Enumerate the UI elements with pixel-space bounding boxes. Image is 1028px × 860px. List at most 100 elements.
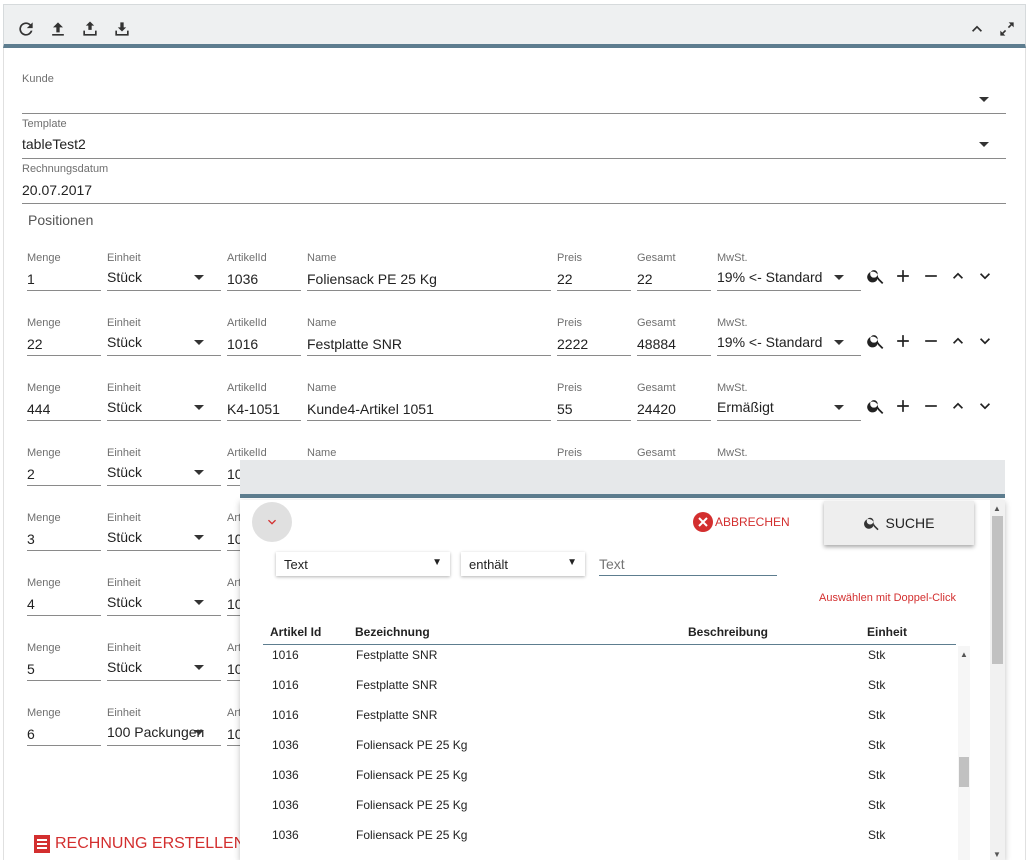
- col-bezeichnung[interactable]: Bezeichnung: [355, 625, 430, 639]
- search-icon[interactable]: [866, 331, 886, 351]
- download-tray-icon[interactable]: [112, 19, 132, 39]
- gesamt-label: Gesamt: [637, 317, 676, 329]
- mwst-select[interactable]: 19% <- Standard: [717, 269, 822, 285]
- template-select[interactable]: tableTest2: [22, 136, 86, 152]
- col-einheit[interactable]: Einheit: [867, 625, 907, 639]
- einheit-select[interactable]: Stück: [107, 464, 142, 480]
- dropdown-arrow-icon[interactable]: [194, 665, 204, 670]
- dialog-scrollbar[interactable]: ▲ ▼: [990, 500, 1005, 860]
- artikelid-input[interactable]: K4-1051: [227, 401, 280, 417]
- preis-underline: [557, 355, 631, 356]
- einheit-select[interactable]: Stück: [107, 269, 142, 285]
- einheit-select[interactable]: Stück: [107, 334, 142, 350]
- einheit-select[interactable]: Stück: [107, 529, 142, 545]
- template-underline: [22, 158, 1006, 159]
- kunde-dropdown-icon[interactable]: [979, 97, 989, 102]
- artikelid-input[interactable]: 1016: [227, 336, 258, 352]
- einheit-select[interactable]: 100 Packungen: [107, 724, 204, 740]
- dropdown-arrow-icon[interactable]: [834, 405, 844, 410]
- dropdown-arrow-icon[interactable]: [834, 275, 844, 280]
- search-icon[interactable]: [866, 266, 886, 286]
- template-dropdown-icon[interactable]: [979, 142, 989, 147]
- cancel-button[interactable]: ABBRECHEN: [693, 512, 790, 532]
- filter-field-select[interactable]: Text ▼: [276, 552, 450, 576]
- add-icon[interactable]: [893, 266, 913, 286]
- remove-icon[interactable]: [921, 266, 941, 286]
- chevron-up-icon[interactable]: [948, 331, 968, 351]
- einheit-label: Einheit: [107, 447, 141, 459]
- mwst-label: MwSt.: [717, 447, 748, 459]
- chevron-down-icon: [264, 514, 280, 530]
- preis-input[interactable]: 2222: [557, 336, 588, 352]
- preis-underline: [557, 290, 631, 291]
- chevron-down-icon[interactable]: [975, 396, 995, 416]
- dropdown-arrow-icon[interactable]: [194, 340, 204, 345]
- preis-input[interactable]: 22: [557, 271, 573, 287]
- cell-einheit: Stk: [868, 798, 886, 812]
- artikelid-input[interactable]: 1036: [227, 271, 258, 287]
- menge-input[interactable]: 3: [27, 531, 35, 547]
- filter-text-input[interactable]: [599, 552, 777, 576]
- einheit-select[interactable]: Stück: [107, 594, 142, 610]
- dropdown-arrow-icon[interactable]: [194, 405, 204, 410]
- cell-bez: Foliensack PE 25 Kg: [356, 828, 468, 842]
- menge-input[interactable]: 4: [27, 596, 35, 612]
- menge-input[interactable]: 5: [27, 661, 35, 677]
- mwst-select[interactable]: 19% <- Standard: [717, 334, 822, 350]
- mwst-select[interactable]: Ermäßigt: [717, 399, 774, 415]
- dropdown-arrow-icon[interactable]: [194, 730, 204, 735]
- chevron-down-icon[interactable]: [975, 331, 995, 351]
- create-invoice-button[interactable]: RECHNUNG ERSTELLEN: [33, 833, 245, 855]
- menge-input[interactable]: 6: [27, 726, 35, 742]
- scroll-up-icon[interactable]: ▲: [960, 650, 968, 659]
- search-icon[interactable]: [866, 396, 886, 416]
- name-input[interactable]: Foliensack PE 25 Kg: [307, 271, 437, 287]
- create-invoice-label: RECHNUNG ERSTELLEN: [55, 835, 246, 852]
- dropdown-arrow-icon[interactable]: [194, 470, 204, 475]
- chevron-up-icon[interactable]: [967, 19, 987, 39]
- filter-operator-select[interactable]: enthält ▼: [461, 552, 585, 576]
- chevron-up-icon[interactable]: [948, 266, 968, 286]
- cell-id: 1036: [272, 738, 299, 752]
- rechnungsdatum-input[interactable]: 20.07.2017: [22, 182, 92, 198]
- select-arrow-icon: ▼: [432, 557, 442, 568]
- upload-icon[interactable]: [48, 19, 68, 39]
- search-button[interactable]: SUCHE: [824, 501, 974, 545]
- chevron-up-icon[interactable]: [948, 396, 968, 416]
- gesamt-input[interactable]: 24420: [637, 401, 676, 417]
- refresh-icon[interactable]: [16, 19, 36, 39]
- collapse-button[interactable]: [252, 502, 292, 542]
- artikelid-underline: [227, 355, 301, 356]
- gesamt-input[interactable]: 48884: [637, 336, 676, 352]
- remove-icon[interactable]: [921, 396, 941, 416]
- table-scroll-thumb[interactable]: [959, 757, 969, 787]
- chevron-down-icon[interactable]: [975, 266, 995, 286]
- menge-input[interactable]: 1: [27, 271, 35, 287]
- dropdown-arrow-icon[interactable]: [194, 600, 204, 605]
- scroll-up-icon[interactable]: ▲: [993, 504, 1001, 513]
- menge-input[interactable]: 2: [27, 466, 35, 482]
- col-artikel-id[interactable]: Artikel Id: [270, 625, 321, 639]
- artikelid-underline: [227, 485, 240, 486]
- dropdown-arrow-icon[interactable]: [194, 535, 204, 540]
- remove-icon[interactable]: [921, 331, 941, 351]
- name-label: Name: [307, 317, 337, 329]
- add-icon[interactable]: [893, 331, 913, 351]
- col-beschreibung[interactable]: Beschreibung: [688, 625, 768, 639]
- name-input[interactable]: Festplatte SNR: [307, 336, 402, 352]
- menge-input[interactable]: 22: [27, 336, 43, 352]
- table-scrollbar[interactable]: ▲: [958, 646, 970, 860]
- upload-tray-icon[interactable]: [80, 19, 100, 39]
- dropdown-arrow-icon[interactable]: [834, 340, 844, 345]
- scroll-down-icon[interactable]: ▼: [993, 850, 1001, 859]
- name-input[interactable]: Kunde4-Artikel 1051: [307, 401, 434, 417]
- expand-icon[interactable]: [997, 19, 1017, 39]
- dropdown-arrow-icon[interactable]: [194, 275, 204, 280]
- add-icon[interactable]: [893, 396, 913, 416]
- menge-input[interactable]: 444: [27, 401, 50, 417]
- preis-input[interactable]: 55: [557, 401, 573, 417]
- einheit-select[interactable]: Stück: [107, 399, 142, 415]
- dialog-scroll-thumb[interactable]: [992, 516, 1003, 664]
- gesamt-input[interactable]: 22: [637, 271, 653, 287]
- einheit-select[interactable]: Stück: [107, 659, 142, 675]
